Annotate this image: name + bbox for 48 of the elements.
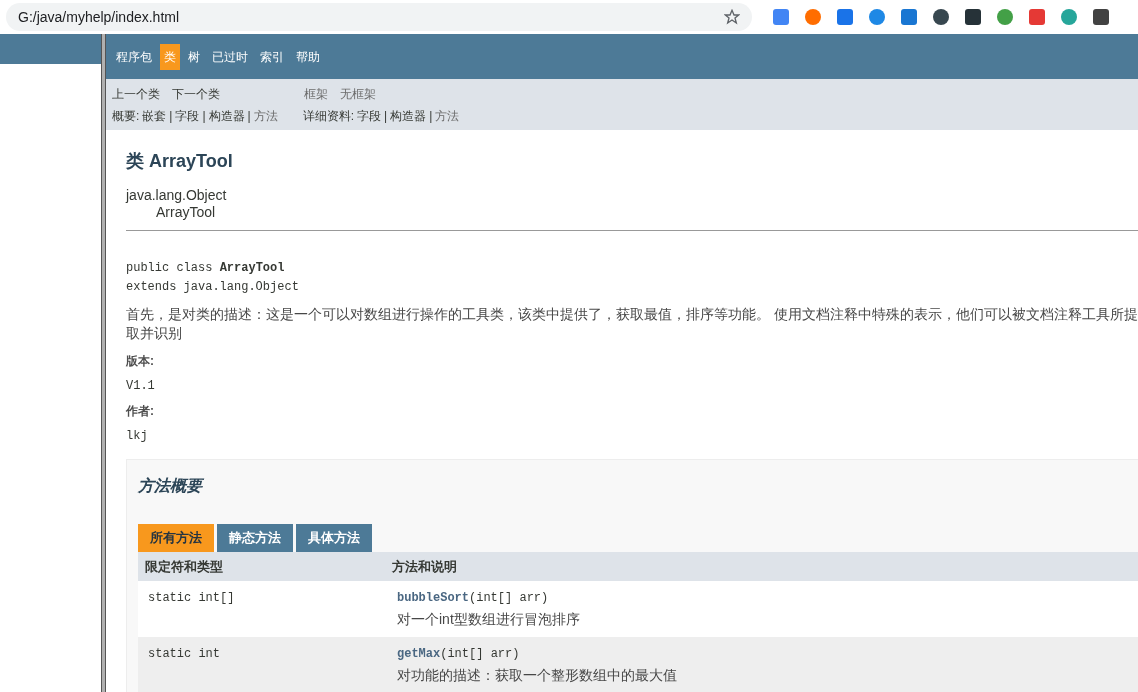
nav-link[interactable]: 程序包 [112,43,156,70]
nav-link[interactable]: 构造器 [208,107,245,125]
separator-text: | [247,108,251,125]
method-link[interactable]: bubbleSort(int[] arr) [397,589,580,607]
address-field[interactable]: G:/java/myhelp/index.html [6,3,752,31]
extension-icon[interactable] [932,8,950,26]
column-header: 限定符和类型 [144,557,224,576]
separator-text: | [384,108,388,125]
tab[interactable]: 具体方法 [296,524,372,552]
table-cell-text: static int [147,646,221,663]
description-text: 取并识别 [126,324,183,343]
nav-link[interactable]: 索引 [256,43,288,70]
url-text: G:/java/myhelp/index.html [18,7,181,27]
tag-value: V1.1 [126,378,156,395]
nav-link[interactable]: 上一个类 [112,85,160,103]
section-title: 方法概要 [138,476,205,496]
table-cell-text: static int[] [147,590,236,607]
tab[interactable]: 静态方法 [217,524,293,552]
signature-text: public class ArrayTool [126,260,286,277]
extension-icon[interactable] [1092,8,1110,26]
separator-text: | [169,108,173,125]
signature-text: extends java.lang.Object [126,279,300,296]
nav-link[interactable]: 帮助 [292,43,324,70]
nav-link[interactable]: 已过时 [208,43,252,70]
extension-icon[interactable] [964,8,982,26]
tag-value: lkj [126,428,149,445]
class-title: 类 ArrayTool [126,150,234,172]
column-header: 方法和说明 [391,557,457,576]
method-description: 对一个int型数组进行冒泡排序 [397,610,580,629]
nav-link[interactable]: 构造器 [390,107,427,125]
separator-text: | [202,108,206,125]
nav-link[interactable]: 树 [184,43,204,70]
nav-link[interactable]: 字段 [357,107,382,125]
inheritance-text: ArrayTool [155,204,217,221]
label: 概要: [112,108,140,125]
tag-label: 作者: [126,403,155,420]
method-link[interactable]: getMax(int[] arr) [397,645,677,663]
description-text: 首先，是对类的描述：这是一个可以对数组进行操作的工具类，该类中提供了，获取最值，排序等功能。 使用文档注释中特殊的表示，他们可以被文档注释工具所提 [126,305,1138,324]
label: 详细资料: [302,108,355,125]
separator-text: | [429,108,433,125]
nav-link[interactable]: 下一个类 [172,85,220,103]
nav-link[interactable]: 字段 [175,107,200,125]
method-description: 对功能的描述：获取一个整形数组中的最大值 [397,666,677,685]
tag-label: 版本: [126,353,155,370]
nav-link[interactable]: 嵌套 [142,107,167,125]
tab[interactable]: 所有方法 [138,524,214,552]
star-icon[interactable] [724,9,740,25]
inheritance-text: java.lang.Object [126,187,228,204]
